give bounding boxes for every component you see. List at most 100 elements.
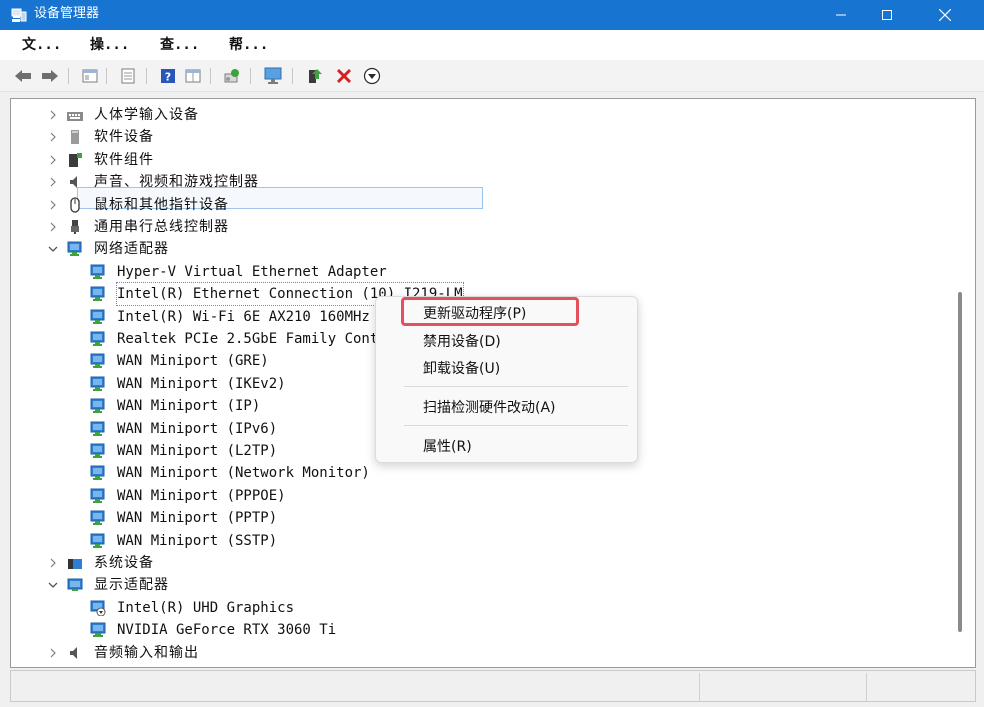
tree-category-label: 通用串行总线控制器 bbox=[94, 219, 229, 235]
tree-device[interactable]: Hyper-V Virtual Ethernet Adapter bbox=[0, 261, 940, 283]
network-adapter-icon bbox=[90, 488, 106, 504]
network-adapter-icon bbox=[90, 264, 106, 280]
tree-category[interactable]: 网络适配器 bbox=[0, 238, 940, 260]
close-icon bbox=[939, 9, 951, 21]
tree-category-label: 音频输入和输出 bbox=[94, 644, 199, 661]
status-divider bbox=[866, 673, 867, 701]
menu-disable-device[interactable]: 禁用设备(D) bbox=[423, 332, 501, 352]
minimize-button[interactable] bbox=[818, 0, 864, 30]
uninstall-button[interactable] bbox=[334, 66, 354, 86]
tree-device[interactable]: WAN Miniport (PPPOE) bbox=[0, 485, 940, 507]
menu-scan-hardware[interactable]: 扫描检测硬件改动(A) bbox=[423, 398, 556, 418]
tree-category[interactable]: 通用串行总线控制器 bbox=[0, 216, 940, 238]
network-adapter-icon bbox=[90, 510, 106, 526]
forward-button[interactable] bbox=[40, 66, 60, 86]
highlight-annotation bbox=[401, 297, 579, 326]
tree-device-label: WAN Miniport (PPPOE) bbox=[117, 487, 286, 504]
tree-category[interactable]: 软件设备 bbox=[0, 126, 940, 148]
window-title: 设备管理器 bbox=[34, 6, 100, 21]
toolbar-separator bbox=[292, 68, 293, 84]
toolbar-separator bbox=[250, 68, 251, 84]
software-component-icon bbox=[67, 152, 83, 168]
view-button[interactable] bbox=[183, 66, 203, 86]
scrollbar-thumb[interactable] bbox=[958, 292, 962, 632]
toolbar-separator bbox=[210, 68, 211, 84]
tree-device-label: WAN Miniport (IPv6) bbox=[117, 420, 278, 437]
tree-device-label: WAN Miniport (IKEv2) bbox=[117, 375, 286, 392]
tree-category[interactable]: 系统设备 bbox=[0, 552, 940, 574]
add-driver-button[interactable] bbox=[305, 66, 325, 86]
chevron-down-icon[interactable] bbox=[46, 238, 60, 260]
tree-device-label: WAN Miniport (L2TP) bbox=[117, 443, 278, 459]
tree-device-label: WAN Miniport (GRE) bbox=[117, 353, 269, 370]
menu-uninstall-device[interactable]: 卸载设备(U) bbox=[423, 359, 500, 379]
title-bar: 设备管理器 bbox=[0, 0, 984, 30]
tree-category-label: 声音、视频和游戏控制器 bbox=[94, 174, 259, 191]
display-adapter-icon bbox=[67, 577, 83, 593]
tree-category-label: 网络适配器 bbox=[94, 241, 169, 258]
tree-category-label: 人体学输入设备 bbox=[94, 107, 199, 123]
chevron-right-icon[interactable] bbox=[46, 552, 60, 574]
tree-device-label: WAN Miniport (SSTP) bbox=[117, 532, 278, 549]
chevron-right-icon[interactable] bbox=[46, 194, 60, 216]
chevron-down-icon[interactable] bbox=[46, 574, 60, 596]
device-manager-icon bbox=[11, 8, 27, 22]
chevron-right-icon[interactable] bbox=[46, 104, 60, 126]
menu-help[interactable]: 帮... bbox=[229, 36, 268, 54]
menu-view[interactable]: 查... bbox=[160, 36, 199, 54]
tree-device[interactable]: Intel(R) UHD Graphics bbox=[0, 597, 940, 619]
tree-device[interactable]: NVIDIA GeForce RTX 3060 Ti bbox=[0, 619, 940, 641]
menu-separator bbox=[404, 386, 628, 387]
mouse-icon bbox=[67, 196, 83, 213]
tree-device-label: Intel(R) Wi-Fi 6E AX210 160MHz bbox=[117, 308, 370, 325]
update-driver-button[interactable] bbox=[222, 66, 242, 86]
toolbar-separator bbox=[146, 68, 147, 84]
help-button[interactable]: ? bbox=[158, 66, 178, 86]
tree-category[interactable]: 鼠标和其他指针设备 bbox=[0, 194, 940, 216]
forward-arrow-icon bbox=[42, 70, 58, 82]
uninstall-icon bbox=[336, 68, 352, 84]
back-button[interactable] bbox=[13, 66, 33, 86]
chevron-right-icon[interactable] bbox=[46, 126, 60, 148]
toolbar: ? bbox=[0, 60, 984, 92]
scan-hardware-icon bbox=[264, 67, 282, 84]
network-adapter-icon bbox=[90, 398, 106, 414]
speaker-icon bbox=[67, 174, 83, 190]
tree-category[interactable]: 软件组件 bbox=[0, 149, 940, 171]
properties-icon bbox=[82, 69, 98, 83]
tree-device-label: NVIDIA GeForce RTX 3060 Ti bbox=[117, 622, 337, 639]
system-device-icon bbox=[67, 555, 83, 571]
tree-device-label: WAN Miniport (PPTP) bbox=[117, 510, 278, 527]
device-view-button[interactable] bbox=[118, 66, 138, 86]
tree-device[interactable]: WAN Miniport (PPTP) bbox=[0, 507, 940, 529]
network-adapter-icon bbox=[90, 286, 106, 302]
tree-category[interactable]: 显示适配器 bbox=[0, 574, 940, 596]
chevron-right-icon[interactable] bbox=[46, 171, 60, 193]
properties-view-button[interactable] bbox=[80, 66, 100, 86]
download-button[interactable] bbox=[362, 66, 382, 86]
tree-device[interactable]: WAN Miniport (Network Monitor) bbox=[0, 462, 940, 484]
network-adapter-icon bbox=[90, 533, 106, 549]
network-adapter-icon bbox=[90, 353, 106, 369]
menu-file[interactable]: 文... bbox=[22, 36, 61, 54]
tree-category[interactable]: 音频输入和输出 bbox=[0, 642, 940, 664]
menu-properties[interactable]: 属性(R) bbox=[423, 437, 472, 457]
chevron-right-icon[interactable] bbox=[46, 149, 60, 171]
keyboard-icon bbox=[67, 107, 83, 123]
status-divider bbox=[699, 673, 700, 701]
close-button[interactable] bbox=[922, 0, 968, 30]
tree-category-label: 软件组件 bbox=[94, 151, 154, 168]
chevron-right-icon[interactable] bbox=[46, 216, 60, 238]
menu-action[interactable]: 操... bbox=[90, 36, 129, 54]
tree-category[interactable]: 人体学输入设备 bbox=[0, 104, 940, 126]
menu-bar: 文... 操... 查... 帮... bbox=[0, 30, 984, 60]
tree-device[interactable]: WAN Miniport (SSTP) bbox=[0, 530, 940, 552]
tree-category-label: 系统设备 bbox=[94, 555, 154, 571]
chevron-right-icon[interactable] bbox=[46, 642, 60, 664]
tree-category[interactable]: 声音、视频和游戏控制器 bbox=[0, 171, 940, 193]
network-adapter-icon bbox=[67, 241, 83, 257]
scan-hardware-button[interactable] bbox=[263, 66, 283, 86]
maximize-button[interactable] bbox=[864, 0, 910, 30]
update-driver-icon bbox=[224, 69, 239, 83]
tree-device-label: Intel(R) UHD Graphics bbox=[117, 599, 295, 616]
